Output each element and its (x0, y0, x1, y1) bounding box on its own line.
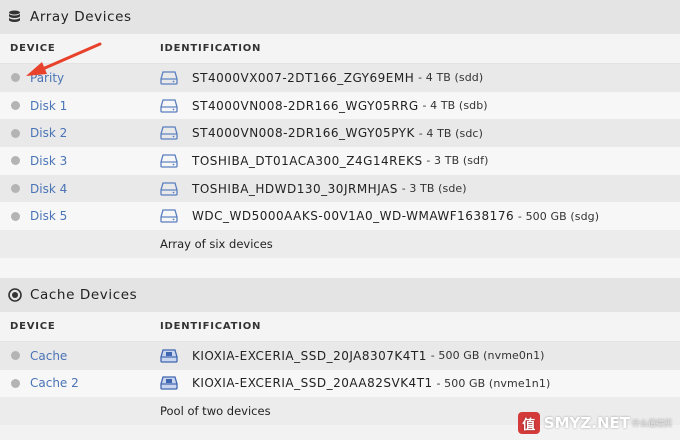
array-col-device: DEVICE (10, 43, 56, 54)
device-link[interactable]: Cache 2 (30, 376, 79, 390)
table-row: Cache 2 KIOXIA-EXCERIA_SSD_20AA82SVK4T1 -… (0, 369, 680, 398)
device-link[interactable]: Cache (30, 349, 67, 363)
device-identification: KIOXIA-EXCERIA_SSD_20JA8307K4T1 (192, 348, 427, 363)
array-col-identification: IDENTIFICATION (160, 43, 262, 54)
device-identification: KIOXIA-EXCERIA_SSD_20AA82SVK4T1 (192, 376, 433, 391)
target-icon (8, 288, 22, 302)
device-size: - 500 GB (sdg) (517, 209, 600, 223)
table-row: Disk 2 ST4000VN008-2DR166_WGY05PYK - 4 TB… (0, 119, 680, 148)
table-row: Disk 4 TOSHIBA_HDWD130_30JRMHJAS - 3 TB (… (0, 174, 680, 203)
device-size: - 500 GB (nvme1n1) (436, 376, 551, 390)
device-identification: TOSHIBA_DT01ACA300_Z4G14REKS (192, 153, 423, 168)
watermark-badge: 值 (517, 412, 540, 434)
cache-col-device: DEVICE (10, 320, 56, 332)
ssd-icon (160, 376, 178, 390)
table-row: Disk 3 TOSHIBA_DT01ACA300_Z4G14REKS - 3 T… (0, 147, 680, 175)
array-devices-header: Array Devices (0, 0, 680, 34)
device-size: - 4 TB (sdd) (418, 71, 484, 85)
device-link[interactable]: Disk 1 (30, 99, 67, 113)
device-identification: ST4000VN008-2DR166_WGY05PYK (192, 126, 415, 141)
hdd-icon (160, 126, 178, 140)
status-dot (11, 351, 20, 361)
status-dot (11, 378, 20, 388)
array-devices-title: Array Devices (30, 9, 132, 25)
database-icon (8, 10, 22, 24)
array-summary: Array of six devices (160, 236, 273, 251)
array-summary-row: Array of six devices (0, 230, 680, 258)
ssd-icon (160, 349, 178, 363)
device-identification: WDC_WD5000AAKS-00V1A0_WD-WMAWF1638176 (192, 209, 515, 224)
device-identification: ST4000VN008-2DR166_WGY05RRG (192, 98, 419, 113)
table-row: Cache KIOXIA-EXCERIA_SSD_20JA8307K4T1 - 5… (0, 341, 680, 370)
hdd-icon (160, 98, 178, 113)
watermark: 值 SMYZ.NET 什么值得买 (517, 412, 672, 434)
device-size: - 3 TB (sdf) (426, 154, 489, 168)
hdd-icon (160, 181, 178, 196)
hdd-icon (160, 154, 178, 168)
status-dot (11, 73, 20, 83)
table-row: Parity ST4000VX007-2DT166_ZGY69EMH - 4 TB… (0, 64, 680, 92)
table-row: Disk 1 ST4000VN008-2DR166_WGY05RRG - 4 TB… (0, 91, 680, 120)
status-dot (11, 101, 20, 111)
device-link[interactable]: Disk 3 (30, 154, 67, 168)
cache-col-identification: IDENTIFICATION (160, 320, 262, 332)
device-link[interactable]: Parity (30, 71, 64, 85)
array-device-list: Parity ST4000VX007-2DT166_ZGY69EMH - 4 TB… (0, 64, 680, 231)
hdd-icon (160, 71, 178, 85)
device-size: - 4 TB (sdc) (418, 126, 483, 140)
cache-devices-header: Cache Devices (0, 277, 680, 312)
watermark-text: SMYZ.NET (543, 414, 630, 432)
device-identification: ST4000VX007-2DT166_ZGY69EMH (192, 70, 415, 85)
status-dot (11, 156, 20, 166)
array-table-header: DEVICE IDENTIFICATION (0, 34, 680, 64)
device-link[interactable]: Disk 5 (30, 209, 67, 223)
device-link[interactable]: Disk 2 (30, 126, 67, 140)
table-row: Disk 5 WDC_WD5000AAKS-00V1A0_WD-WMAWF1638… (0, 202, 680, 231)
device-identification: TOSHIBA_HDWD130_30JRMHJAS (192, 181, 398, 196)
cache-table-header: DEVICE IDENTIFICATION (0, 311, 680, 342)
cache-devices-title: Cache Devices (30, 286, 138, 303)
status-dot (11, 128, 20, 138)
status-dot (11, 211, 20, 221)
cache-device-list: Cache KIOXIA-EXCERIA_SSD_20JA8307K4T1 - 5… (0, 341, 680, 398)
device-size: - 3 TB (sde) (401, 182, 467, 196)
device-size: - 4 TB (sdb) (422, 99, 488, 113)
device-size: - 500 GB (nvme0n1) (430, 349, 545, 363)
device-link[interactable]: Disk 4 (30, 182, 67, 196)
status-dot (11, 184, 20, 194)
watermark-sub: 什么值得买 (632, 418, 672, 428)
hdd-icon (160, 209, 178, 223)
